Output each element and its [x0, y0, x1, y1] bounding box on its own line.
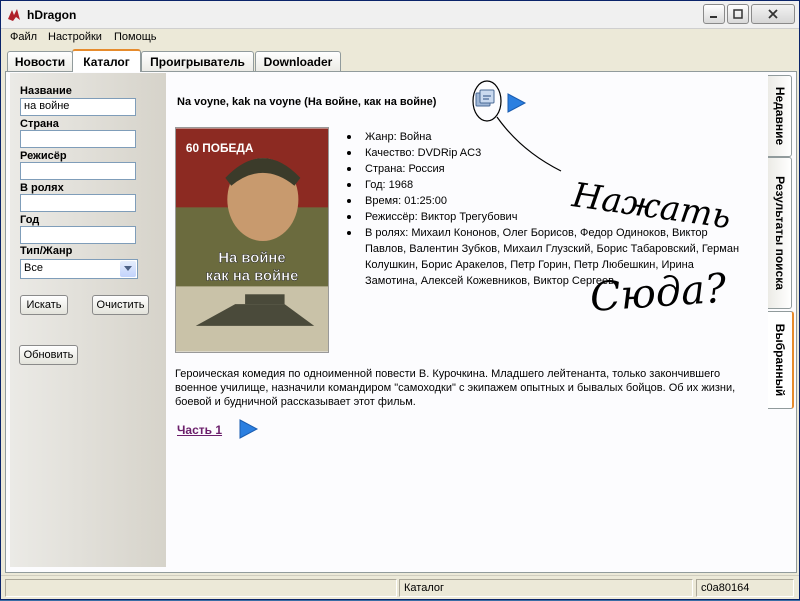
tab-catalog[interactable]: Каталог [72, 49, 141, 72]
movie-title: Na voyne, kak na voyne (На войне, как на… [177, 96, 437, 108]
cast-label: В ролях [20, 182, 64, 194]
title-label: Название [20, 85, 72, 97]
tab-player[interactable]: Проигрыватель [141, 51, 254, 71]
side-tab-label: Выбранный [773, 323, 787, 397]
info-country: Страна: Россия [347, 161, 747, 177]
year-input[interactable] [20, 226, 136, 244]
country-input[interactable] [20, 130, 136, 148]
menu-bar: Файл Настройки Помощь [1, 29, 799, 47]
clear-button[interactable]: Очистить [92, 295, 149, 315]
genre-select[interactable]: Все [20, 259, 138, 279]
tab-label: Каталог [83, 54, 130, 69]
poster-title-line2: как на войне [206, 268, 299, 284]
chevron-down-icon[interactable] [120, 261, 136, 277]
menu-settings[interactable]: Настройки [48, 31, 102, 43]
minimize-icon [710, 16, 717, 18]
movie-info-list: Жанр: Война Качество: DVDRip AC3 Страна:… [347, 129, 747, 289]
title-input[interactable]: на войне [20, 98, 136, 116]
tab-label: Downloader [263, 54, 333, 69]
maximize-icon [733, 9, 743, 19]
info-duration: Время: 01:25:00 [347, 193, 747, 209]
status-section: Каталог [399, 579, 693, 597]
poster-top-text: 60 ПОБЕДА [186, 141, 254, 155]
search-panel: Название на войне Страна Режисёр В ролях… [10, 73, 166, 567]
info-quality: Качество: DVDRip AC3 [347, 145, 747, 161]
menu-help[interactable]: Помощь [114, 31, 157, 43]
dragon-app-icon [8, 9, 20, 21]
genre-label: Тип/Жанр [20, 245, 73, 257]
info-cast: В ролях: Михаил Кононов, Олег Борисов, Ф… [347, 225, 747, 289]
refresh-button[interactable]: Обновить [19, 345, 78, 365]
tab-label: Новости [14, 54, 66, 69]
tab-label: Проигрыватель [150, 54, 245, 69]
play-icon[interactable] [237, 418, 259, 440]
title-bar[interactable]: hDragon [1, 1, 799, 29]
maximize-button[interactable] [727, 4, 749, 24]
minimize-button[interactable] [703, 4, 725, 24]
add-to-favorites-icon[interactable] [473, 87, 497, 111]
movie-details: Na voyne, kak na voyne (На войне, как на… [167, 73, 765, 567]
director-label: Режисёр [20, 150, 67, 162]
menu-file[interactable]: Файл [10, 31, 37, 43]
part-1-link[interactable]: Часть 1 [177, 423, 222, 437]
side-tab-selected[interactable]: Выбранный [768, 311, 794, 409]
cast-input[interactable] [20, 194, 136, 212]
window-title: hDragon [27, 8, 77, 22]
genre-select-value: Все [24, 262, 43, 274]
tab-downloader[interactable]: Downloader [255, 51, 341, 71]
director-input[interactable] [20, 162, 136, 180]
info-genre: Жанр: Война [347, 129, 747, 145]
side-tab-label: Недавние [772, 86, 787, 146]
status-id: c0a80164 [696, 579, 794, 597]
side-tab-label: Результаты поиска [772, 176, 787, 290]
app-window: hDragon Файл Настройки Помощь Новости Ка… [0, 0, 800, 600]
movie-description: Героическая комедия по одноименной повес… [175, 368, 736, 408]
country-label: Страна [20, 118, 59, 130]
tab-news[interactable]: Новости [7, 51, 73, 71]
year-label: Год [20, 214, 40, 226]
side-tab-recent[interactable]: Недавние [768, 75, 792, 157]
movie-poster: 60 ПОБЕДА На войне как на войне [175, 127, 329, 353]
side-tab-search-results[interactable]: Результаты поиска [768, 157, 792, 309]
status-cell-empty [5, 579, 397, 597]
info-director: Режиссёр: Виктор Трегубович [347, 209, 747, 225]
close-icon [768, 9, 778, 19]
search-button[interactable]: Искать [20, 295, 68, 315]
poster-title-line1: На войне [218, 251, 285, 267]
status-bar: Каталог c0a80164 [1, 575, 799, 599]
close-button[interactable] [751, 4, 795, 24]
play-icon[interactable] [505, 92, 527, 114]
info-year: Год: 1968 [347, 177, 747, 193]
